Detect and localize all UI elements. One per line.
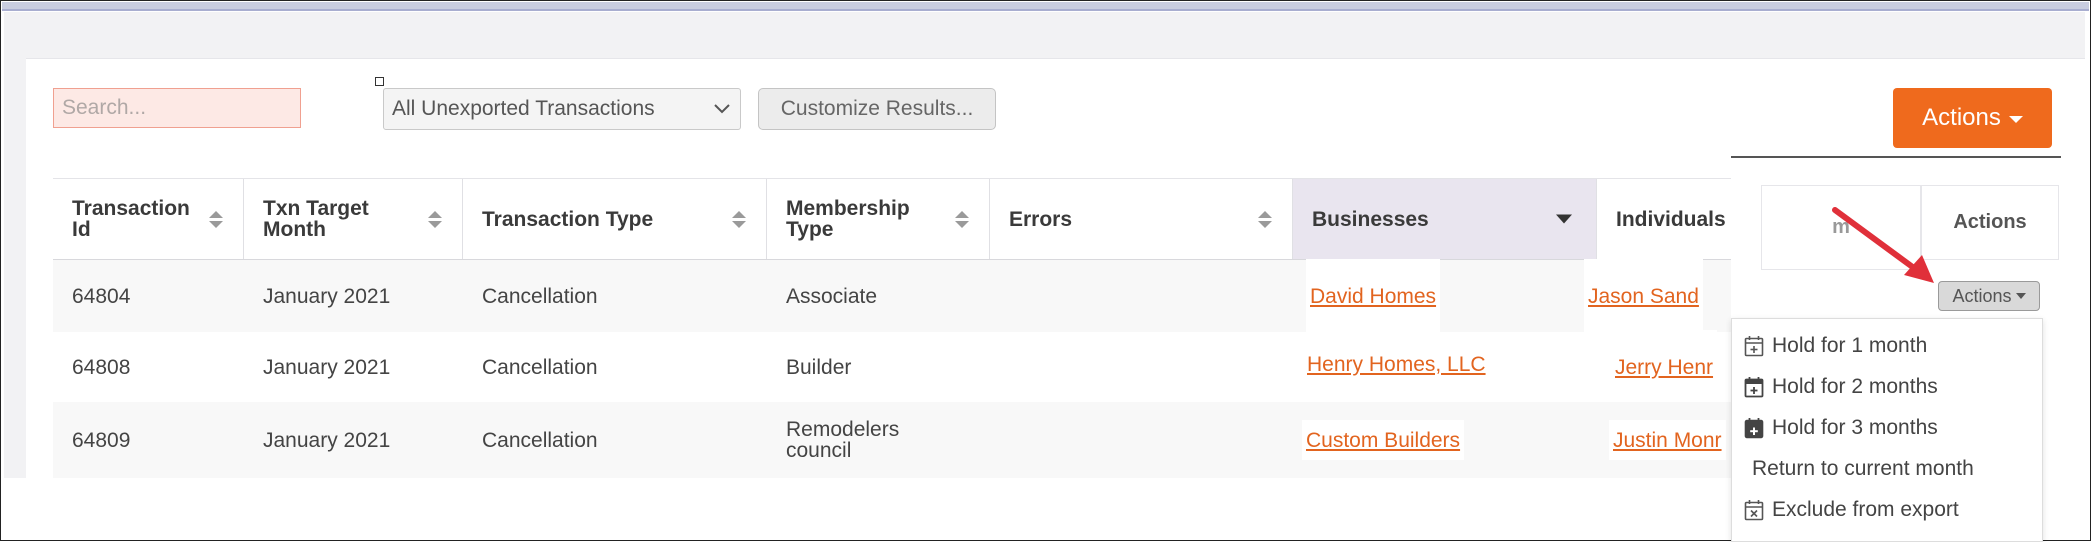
- column-header-txn-target-month[interactable]: Txn Target Month: [244, 179, 463, 259]
- cell-target-month: January 2021: [263, 284, 391, 308]
- caret-down-icon: [2008, 116, 2023, 123]
- cell-membership-type: Associate: [786, 284, 878, 308]
- table-header: Transaction Id Txn Target Month Transact…: [53, 178, 1731, 261]
- red-pointer-arrow-icon: [1832, 207, 1934, 283]
- column-header-actions: Actions: [1921, 185, 2059, 260]
- sort-icon: [732, 209, 746, 229]
- top-strip: [2, 2, 2089, 11]
- business-link[interactable]: Custom Builders: [1306, 430, 1460, 451]
- column-header-membership-type[interactable]: Membership Type: [767, 179, 990, 259]
- sort-desc-icon: [1556, 214, 1572, 224]
- row-actions-menu: Hold for 1 month Hold for 2 months Hold …: [1731, 318, 2043, 542]
- customize-results-button[interactable]: Customize Results...: [758, 88, 996, 130]
- menu-item-exclude-from-export[interactable]: Exclude from export: [1744, 492, 1959, 528]
- cell-transaction-type: Cancellation: [482, 284, 598, 308]
- cell-membership-type: Builder: [786, 355, 852, 379]
- cell-businesses: David Homes: [1306, 259, 1441, 333]
- row-actions-label: Actions: [1952, 285, 2012, 306]
- sort-icon: [209, 209, 223, 229]
- menu-item-label: Hold for 2 months: [1772, 375, 1938, 398]
- table-row[interactable]: 64804 January 2021 Cancellation Associat…: [53, 259, 1731, 333]
- calendar-plus-icon: [1744, 336, 1764, 357]
- cell-membership-type: Remodelers council: [786, 418, 900, 462]
- menu-item-hold-2-months[interactable]: Hold for 2 months: [1744, 369, 1938, 405]
- business-link[interactable]: David Homes: [1310, 286, 1436, 307]
- cell-target-month: January 2021: [263, 355, 391, 379]
- actions-button-label: Actions: [1922, 104, 2001, 131]
- divider: [1731, 156, 2061, 158]
- transaction-filter-select[interactable]: All Unexported Transactions: [383, 88, 741, 130]
- menu-item-label: Hold for 3 months: [1772, 416, 1938, 439]
- cell-individuals: Justin Monr: [1609, 402, 1726, 478]
- menu-item-hold-3-months[interactable]: Hold for 3 months: [1744, 410, 1938, 446]
- sort-icon: [428, 209, 442, 229]
- transactions-table: Transaction Id Txn Target Month Transact…: [53, 178, 1731, 478]
- column-header-errors[interactable]: Errors: [990, 179, 1293, 259]
- transaction-filter-value: All Unexported Transactions: [392, 97, 655, 120]
- sort-icon: [1258, 209, 1272, 229]
- column-header-businesses[interactable]: Businesses: [1293, 179, 1597, 259]
- cell-transaction-id: 64804: [72, 284, 131, 308]
- table-row[interactable]: 64808 January 2021 Cancellation Builder …: [53, 330, 1731, 404]
- row-actions-button[interactable]: Actions: [1938, 281, 2040, 311]
- table-row[interactable]: 64809 January 2021 Cancellation Remodele…: [53, 402, 1731, 478]
- menu-item-label: Hold for 1 month: [1772, 334, 1928, 357]
- cell-transaction-type: Cancellation: [482, 428, 598, 452]
- cell-businesses: Henry Homes, LLC: [1303, 332, 1490, 402]
- sort-icon: [955, 209, 969, 229]
- menu-item-return-current-month[interactable]: Return to current month: [1752, 451, 1974, 487]
- calendar-plus-filled-icon: [1744, 418, 1764, 439]
- column-header-transaction-type[interactable]: Transaction Type: [463, 179, 767, 259]
- actions-button[interactable]: Actions: [1893, 88, 2052, 148]
- column-header-individuals[interactable]: Individuals: [1597, 179, 1731, 259]
- calendar-x-icon: [1744, 500, 1764, 521]
- business-link[interactable]: Henry Homes, LLC: [1307, 354, 1486, 375]
- individual-link[interactable]: Jerry Henr: [1615, 357, 1713, 378]
- cell-errors: [990, 402, 1009, 478]
- individual-link[interactable]: Justin Monr: [1613, 430, 1722, 451]
- caret-down-icon: [2015, 293, 2026, 299]
- cell-errors: [990, 260, 1009, 332]
- menu-item-label: Exclude from export: [1772, 498, 1959, 521]
- calendar-plus-icon: [1744, 377, 1764, 398]
- menu-item-hold-1-month[interactable]: Hold for 1 month: [1744, 328, 1927, 364]
- cell-target-month: January 2021: [263, 428, 391, 452]
- menu-item-label: Return to current month: [1752, 457, 1974, 480]
- cell-individuals: Jerry Henr: [1611, 330, 1718, 404]
- cell-transaction-id: 64808: [72, 355, 131, 379]
- individual-link[interactable]: Jason Sand: [1588, 286, 1699, 307]
- search-input[interactable]: [53, 88, 301, 128]
- cell-individuals: Jason Sand: [1584, 259, 1703, 333]
- cell-transaction-id: 64809: [72, 428, 131, 452]
- resize-handle[interactable]: [375, 77, 384, 86]
- cell-errors: [990, 332, 1009, 402]
- cell-businesses: Custom Builders: [1302, 402, 1465, 478]
- chevron-down-icon: [712, 99, 732, 119]
- cell-transaction-type: Cancellation: [482, 355, 598, 379]
- column-header-transaction-id[interactable]: Transaction Id: [53, 179, 244, 259]
